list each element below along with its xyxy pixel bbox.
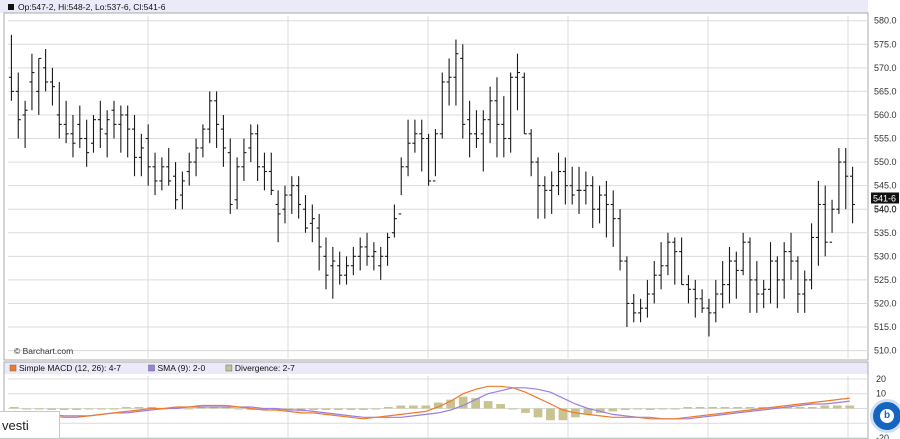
divergence-bar (720, 407, 730, 409)
divergence-bar (807, 407, 817, 409)
divergence-bar (845, 405, 855, 409)
divergence-bar (733, 407, 742, 409)
price-y-axis: 510.0 515.0 520.0 525.0 530.0 535.0 540.0 545.0… (871, 16, 899, 356)
price-chart: Op:547-2, Hi:548-2, Lo:537-6, Cl:541-6 5… (0, 0, 900, 439)
macd-tick-label: -20 (876, 433, 889, 439)
price-tick-label: 510.0 (874, 346, 897, 356)
divergence-bar (795, 407, 805, 409)
divergence-bar (396, 405, 406, 409)
price-tick-label: 530.0 (874, 251, 897, 261)
last-price-label: 541-6 (873, 193, 896, 203)
price-tick-label: 565.0 (874, 86, 897, 96)
macd-legend-label: SMA (9): 2-0 (158, 363, 206, 373)
divergence-bar (134, 407, 144, 409)
price-tick-label: 575.0 (874, 39, 897, 49)
divergence-bar (9, 407, 19, 409)
header-price-swatch (8, 4, 14, 10)
divergence-bar (184, 408, 194, 410)
macd-legend-swatch (148, 364, 155, 372)
partial-badge-label: vesti (2, 417, 29, 433)
divergence-bar (34, 408, 44, 410)
divergence-bar (371, 408, 381, 410)
divergence-bar (421, 405, 431, 409)
macd-legend-swatch (9, 364, 17, 372)
macd-tick-label: 10 (876, 389, 886, 399)
divergence-bar (309, 408, 318, 410)
divergence-bar (234, 408, 244, 410)
divergence-bar (346, 408, 356, 410)
divergence-bar (546, 408, 555, 421)
divergence-bar (47, 408, 57, 410)
divergence-bar (708, 407, 717, 409)
divergence-bar (608, 408, 618, 412)
divergence-bar (521, 408, 530, 413)
assistant-bubble-button[interactable]: b (870, 399, 900, 433)
divergence-bar (122, 407, 131, 409)
divergence-bar (59, 408, 69, 410)
b-logo-icon: b (880, 409, 894, 423)
divergence-bar (658, 408, 668, 410)
divergence-bar (359, 408, 368, 410)
barchart-credit: © Barchart.com (14, 346, 73, 356)
price-tick-label: 535.0 (874, 228, 897, 238)
secondary-price-label: 540.0 (874, 204, 897, 214)
divergence-bar (695, 407, 705, 409)
price-tick-label: 545.0 (874, 181, 897, 191)
macd-legend-strip (4, 362, 868, 374)
header-ohlc-readout: Op:547-2, Hi:548-2, Lo:537-6, Cl:541-6 (18, 2, 166, 12)
price-tick-label: 525.0 (874, 275, 897, 285)
divergence-bar (745, 407, 755, 409)
divergence-bar (109, 408, 119, 410)
price-tick-label: 560.0 (874, 110, 897, 120)
price-tick-label: 555.0 (874, 134, 897, 144)
price-tick-label: 580.0 (874, 16, 897, 26)
divergence-bar (832, 405, 842, 409)
macd-legend-label: Simple MACD (12, 26): 4-7 (19, 363, 121, 373)
partial-overlay-badge[interactable]: vesti (0, 411, 60, 439)
divergence-bar (84, 408, 94, 410)
price-tick-label: 515.0 (874, 322, 897, 332)
macd-tick-label: 20 (876, 374, 886, 384)
divergence-bar (633, 408, 643, 410)
macd-legend-swatch (225, 364, 233, 372)
divergence-bar (72, 408, 81, 410)
divergence-bar (645, 408, 655, 410)
divergence-bar (533, 408, 543, 418)
divergence-bar (620, 408, 630, 410)
divergence-bar (683, 407, 693, 409)
price-tick-label: 550.0 (874, 157, 897, 167)
divergence-bar (508, 408, 518, 410)
divergence-bar (408, 405, 418, 409)
divergence-bar (334, 408, 343, 410)
divergence-bar (670, 408, 680, 410)
price-tick-label: 570.0 (874, 63, 897, 73)
divergence-bar (496, 404, 505, 409)
divergence-bar (97, 408, 106, 410)
divergence-bar (483, 401, 493, 409)
divergence-bar (321, 408, 331, 410)
divergence-bar (820, 405, 830, 409)
divergence-bar (22, 408, 32, 410)
macd-legend-label: Divergence: 2-7 (235, 363, 295, 373)
price-tick-label: 520.0 (874, 298, 897, 308)
divergence-bar (383, 407, 393, 409)
